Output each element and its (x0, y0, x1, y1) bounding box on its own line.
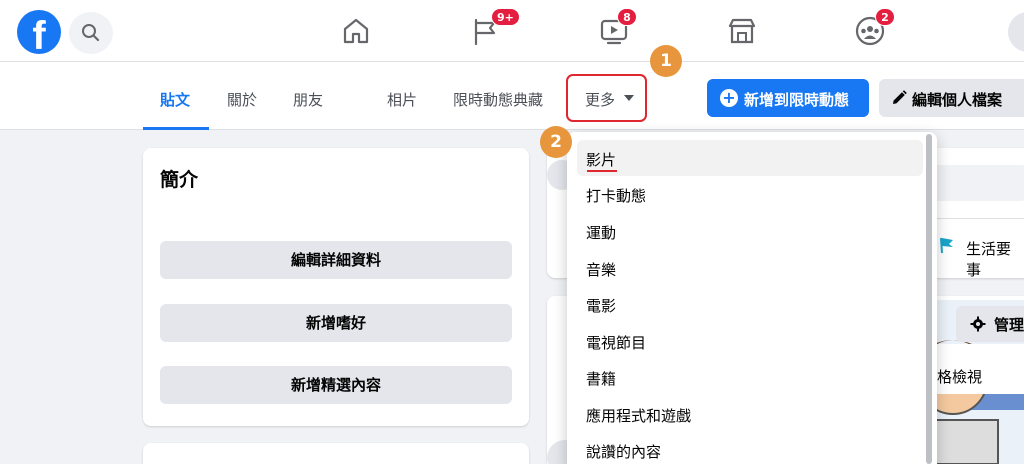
tab-posts[interactable]: 貼文 (160, 89, 190, 110)
tab-story-archive[interactable]: 限時動態典藏 (453, 89, 543, 110)
menu-item-apps-games[interactable]: 應用程式和遊戲 (577, 396, 923, 432)
marketplace-tab[interactable] (725, 14, 759, 48)
facebook-logo-icon[interactable]: f (17, 10, 61, 54)
flag-icon (940, 237, 953, 254)
menu-item-books[interactable]: 書籍 (577, 359, 923, 395)
active-tab-indicator (143, 127, 209, 130)
manage-button[interactable]: 管理 (956, 306, 1024, 342)
tab-photos[interactable]: 相片 (387, 89, 417, 110)
avatar[interactable] (1008, 12, 1024, 52)
top-navigation: f 9+ 8 2 (0, 0, 1024, 62)
step-badge-1: 1 (650, 45, 682, 77)
photos-card (143, 443, 529, 464)
intro-title: 簡介 (160, 169, 199, 191)
add-hobbies-button[interactable]: 新增嗜好 (160, 304, 512, 342)
life-event-label[interactable]: 生活要事 (966, 238, 1024, 280)
tab-friends[interactable]: 朋友 (293, 89, 323, 110)
menu-item-label: 電視節目 (586, 334, 647, 352)
marketplace-icon (728, 18, 756, 44)
menu-item-movies[interactable]: 電影 (577, 286, 923, 322)
groups-badge: 2 (875, 8, 895, 26)
scrollbar-thumb[interactable] (926, 134, 932, 464)
gear-icon (970, 316, 986, 332)
edit-profile-label: 編輯個人檔案 (912, 91, 1003, 109)
menu-item-label: 應用程式和遊戲 (586, 407, 692, 425)
menu-item-check-ins[interactable]: 打卡動態 (577, 176, 923, 212)
add-to-story-label: 新增到限時動態 (744, 91, 850, 109)
home-icon (343, 18, 369, 44)
menu-item-sports[interactable]: 運動 (577, 213, 923, 249)
pages-badge: 9+ (491, 8, 520, 26)
search-icon (82, 24, 100, 42)
menu-item-label: 影片 (586, 151, 617, 169)
search-button[interactable] (69, 12, 113, 54)
step-badge-2: 2 (540, 126, 572, 158)
add-featured-button[interactable]: 新增精選內容 (160, 366, 512, 404)
menu-item-label: 說讚的內容 (586, 443, 662, 461)
caret-down-icon (624, 95, 634, 101)
menu-item-likes[interactable]: 說讚的內容 (577, 432, 923, 464)
menu-item-music[interactable]: 音樂 (577, 250, 923, 286)
edit-details-button[interactable]: 編輯詳細資料 (160, 241, 512, 279)
menu-item-videos[interactable]: 影片 (577, 140, 923, 176)
watch-badge: 8 (617, 8, 637, 26)
edit-profile-button[interactable]: 編輯個人檔案 (879, 79, 1024, 117)
menu-item-label: 打卡動態 (586, 187, 647, 205)
home-tab[interactable] (339, 14, 373, 48)
grid-view-label: 格檢視 (937, 368, 983, 386)
more-dropdown-menu: 影片 打卡動態 運動 音樂 電影 電視節目 書籍 應用程式和遊戲 說讚的內容 (567, 132, 937, 464)
manage-label: 管理 (994, 316, 1024, 334)
tab-more[interactable]: 更多 (585, 89, 615, 110)
menu-item-label: 運動 (586, 224, 617, 242)
menu-item-label: 書籍 (586, 370, 617, 388)
videos-underline-highlight (587, 170, 617, 172)
tab-about[interactable]: 關於 (227, 89, 257, 110)
menu-item-tv-shows[interactable]: 電視節目 (577, 323, 923, 359)
add-to-story-button[interactable]: + 新增到限時動態 (707, 79, 869, 117)
plus-circle-icon: + (720, 89, 738, 107)
pencil-icon (893, 90, 907, 104)
menu-item-label: 音樂 (586, 261, 617, 279)
menu-item-label: 電影 (586, 297, 617, 315)
